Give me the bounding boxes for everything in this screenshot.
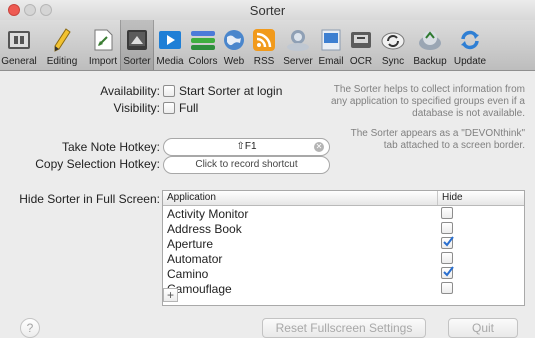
server-icon [283,26,313,54]
table-row[interactable]: Aperture [163,236,524,251]
tab-update[interactable]: Update [450,20,490,70]
visibility-label: Visibility: [113,101,160,115]
tab-server[interactable]: Server [280,20,316,70]
start-at-login-checkbox[interactable]: Start Sorter at login [163,84,282,98]
availability-label: Availability: [100,84,160,98]
start-at-login-label: Start Sorter at login [179,84,283,98]
application-name: Camino [167,267,209,281]
tab-colors[interactable]: Colors [186,20,220,70]
checkmark-icon [443,266,454,277]
quit-button[interactable]: Quit [448,318,518,338]
tab-web[interactable]: Web [220,20,248,70]
table-row[interactable]: Activity Monitor [163,206,524,221]
take-note-hotkey-field[interactable]: ⇧F1 ✕ [163,138,330,156]
tab-sorter[interactable]: Sorter [120,20,154,70]
column-header-hide[interactable]: Hide [442,192,463,203]
colors-icon [188,26,218,54]
title-bar[interactable]: Sorter [0,0,535,20]
backup-icon [415,26,445,54]
pencil-icon [47,26,77,54]
column-divider [437,191,438,205]
column-header-application[interactable]: Application [167,192,216,203]
clear-shortcut-icon[interactable]: ✕ [314,142,324,152]
update-icon [455,26,485,54]
hide-checkbox-checked[interactable] [441,236,454,249]
sorter-help-note: The Sorter helps to collect information … [330,84,525,119]
window-title: Sorter [249,3,286,18]
import-icon [88,26,118,54]
tab-media[interactable]: Media [154,20,186,70]
tab-sync[interactable]: Sync [376,20,410,70]
hide-checkbox[interactable] [441,282,453,294]
hide-checkbox[interactable] [441,207,453,219]
copy-selection-hotkey-label: Copy Selection Hotkey: [35,157,160,171]
hide-checkbox[interactable] [441,252,453,264]
copy-selection-hotkey-field[interactable]: Click to record shortcut [163,156,330,174]
preferences-toolbar: General Editing Import Sorter Media Colo… [0,20,535,71]
checkmark-icon [443,236,454,247]
application-name: Aperture [167,237,214,251]
checkbox-box[interactable] [163,102,175,114]
help-button[interactable]: ? [20,318,40,338]
hide-checkbox[interactable] [441,222,453,234]
tab-import[interactable]: Import [86,20,120,70]
globe-icon [219,26,249,54]
tab-general[interactable]: General [0,20,38,70]
checkbox-box[interactable] [163,85,175,97]
tab-editing[interactable]: Editing [38,20,86,70]
hide-checkbox-checked[interactable] [441,266,454,279]
sorter-appearance-note: The Sorter appears as a "DEVONthink" tab… [350,128,525,151]
application-name: Activity Monitor [167,207,249,221]
application-name: Address Book [167,222,242,236]
reset-fullscreen-settings-button[interactable]: Reset Fullscreen Settings [262,318,426,338]
take-note-hotkey-label: Take Note Hotkey: [61,140,160,154]
add-application-button[interactable]: + [163,288,178,302]
tab-backup[interactable]: Backup [410,20,450,70]
application-name: Automator [167,252,223,266]
full-checkbox[interactable]: Full [163,101,198,115]
ocr-icon [346,26,376,54]
hide-apps-table[interactable]: Application Hide Activity Monitor Address… [162,190,525,306]
sync-icon [378,26,408,54]
preferences-window: Sorter General Editing Import Sorter Med… [0,0,535,338]
tab-ocr[interactable]: OCR [346,20,376,70]
tab-rss[interactable]: RSS [248,20,280,70]
table-row[interactable]: Address Book [163,221,524,236]
hide-in-fullscreen-label: Hide Sorter in Full Screen: [19,192,160,206]
sorter-icon [122,26,152,54]
table-header: Application Hide [163,191,524,206]
rss-icon [249,26,279,54]
general-icon [4,26,34,54]
table-row[interactable]: Camino [163,266,524,281]
media-icon [155,26,185,54]
table-row[interactable]: Camouflage [163,281,524,296]
table-row[interactable]: Automator [163,251,524,266]
email-icon [316,26,346,54]
copy-selection-placeholder: Click to record shortcut [195,159,298,170]
tab-email[interactable]: Email [316,20,346,70]
full-label: Full [179,101,199,115]
take-note-hotkey-value: ⇧F1 [236,141,257,152]
